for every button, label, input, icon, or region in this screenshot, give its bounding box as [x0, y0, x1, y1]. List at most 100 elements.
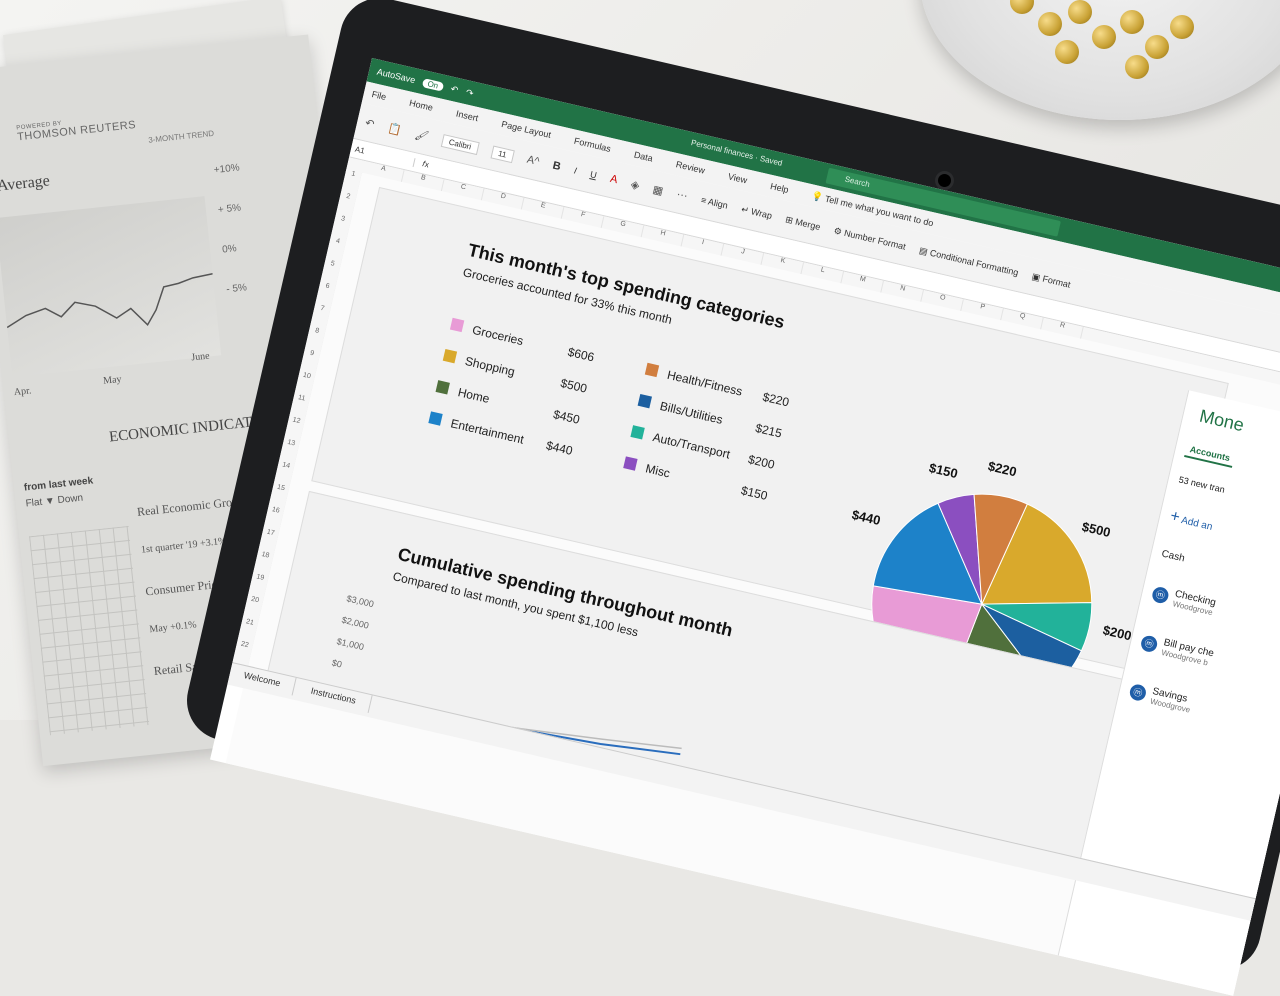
tab-insert[interactable]: Insert: [455, 108, 479, 123]
indicator-value: May +0.1%: [148, 619, 198, 636]
number-format-button[interactable]: ⚙ Number Format: [833, 225, 907, 252]
legend-value: $215: [754, 420, 784, 441]
legend-swatch: [442, 348, 458, 364]
tick-label: + 5%: [217, 202, 242, 216]
underline-button[interactable]: U: [589, 169, 598, 180]
account-item[interactable]: ⓜ Checking Woodgrove: [1150, 584, 1217, 618]
tick-label: - 5%: [225, 282, 248, 296]
indicator-title: Retail Sa: [153, 659, 199, 679]
add-account-button[interactable]: + Add an: [1168, 508, 1214, 535]
tab-formulas[interactable]: Formulas: [573, 136, 612, 154]
pushpin: [1038, 12, 1062, 36]
undo-icon[interactable]: ↶: [450, 83, 460, 95]
pushpin: [1092, 25, 1116, 49]
pushpin: [1120, 10, 1144, 34]
wrap-icon: ↵: [740, 203, 750, 216]
wrap-button[interactable]: ↵ Wrap: [740, 204, 773, 222]
lightbulb-icon: 💡: [810, 190, 825, 203]
indicator-value: 1st quarter '19 +3.1%: [140, 535, 228, 556]
legend-item: Misc: [623, 456, 671, 480]
newspaper-brand: POWERED BY THOMSON REUTERS: [16, 113, 137, 143]
redo-icon[interactable]: ↷: [465, 87, 475, 99]
paste-icon[interactable]: 📋: [387, 121, 403, 137]
font-name-select[interactable]: Calibri: [440, 133, 480, 155]
pushpin: [1068, 0, 1092, 24]
trend-ticks: +10% + 5% 0% - 5%: [212, 148, 254, 310]
pushpin: [1055, 40, 1079, 64]
legend-value: $500: [559, 375, 589, 396]
format-button[interactable]: ▣ Format: [1031, 271, 1072, 291]
conditional-formatting-label: Conditional Formatting: [929, 247, 1020, 278]
bank-icon: ⓜ: [1150, 585, 1170, 605]
month-label: May: [102, 373, 123, 387]
pie-data-label: $440: [850, 507, 882, 529]
y-tick-label: $3,000: [345, 593, 375, 610]
legend-item: Shopping: [442, 348, 517, 379]
font-color-icon[interactable]: A: [609, 173, 619, 186]
tab-file[interactable]: File: [371, 89, 387, 102]
italic-button[interactable]: I: [573, 166, 578, 176]
bank-icon: ⓜ: [1128, 682, 1148, 703]
tab-data[interactable]: Data: [633, 150, 654, 164]
account-item[interactable]: ⓜ Bill pay che Woodgrove b: [1139, 632, 1215, 668]
format-label: Format: [1041, 273, 1072, 290]
change-label: from last week: [23, 475, 94, 494]
bank-icon: ⓜ: [1139, 634, 1159, 654]
merge-label: Merge: [794, 216, 822, 232]
bold-button[interactable]: B: [551, 160, 561, 173]
legend-label: Shopping: [463, 353, 517, 379]
fx-icon[interactable]: 𝑓x: [414, 157, 438, 172]
legend-label: Health/Fitness: [665, 367, 744, 399]
legend-item: Bills/Utilities: [637, 393, 724, 427]
trend-line: [6, 273, 213, 329]
merge-button[interactable]: ⊞ Merge: [784, 213, 822, 233]
align-label: Align: [707, 196, 729, 211]
legend-swatch: [428, 411, 443, 426]
legend-item: Health/Fitness: [644, 362, 744, 399]
undo-icon[interactable]: ↶: [364, 116, 376, 131]
index-title: al Average: [0, 172, 51, 196]
format-icon: ▣: [1030, 270, 1042, 283]
account-item[interactable]: ⓜ Savings Woodgrove: [1128, 681, 1194, 715]
tab-view[interactable]: View: [727, 171, 748, 185]
fill-color-icon[interactable]: ◈: [630, 177, 641, 192]
legend-value: $150: [739, 483, 769, 503]
pane-title: Mone: [1197, 405, 1246, 436]
align-icon: ≡: [700, 194, 708, 206]
pushpin: [1145, 35, 1169, 59]
indicator-title: Consumer Price I: [144, 575, 230, 599]
pushpin: [1010, 0, 1034, 14]
tab-review[interactable]: Review: [675, 159, 706, 175]
legend-swatch: [623, 456, 638, 471]
indicator-title: Real Economic Growth: [136, 493, 251, 519]
merge-icon: ⊞: [784, 213, 795, 226]
tab-help[interactable]: Help: [769, 181, 789, 195]
y-tick-label: $2,000: [340, 614, 370, 631]
y-tick-label: $1,000: [335, 636, 365, 653]
tick-label: +10%: [213, 162, 241, 177]
wrap-label: Wrap: [750, 205, 774, 221]
pushpin: [1170, 15, 1194, 39]
legend-swatch: [435, 380, 450, 395]
borders-icon[interactable]: ▦: [652, 182, 665, 197]
tab-home[interactable]: Home: [408, 98, 434, 113]
pushpin: [1125, 55, 1149, 79]
legend-value: $606: [566, 344, 596, 365]
legend-text: Flat ▼ Down: [25, 492, 84, 510]
trend-chart: [0, 196, 222, 378]
increase-font-icon[interactable]: A^: [526, 154, 541, 169]
legend-value: $220: [761, 389, 791, 410]
autosave-toggle[interactable]: On: [421, 77, 445, 92]
format-painter-icon[interactable]: 🖌: [414, 127, 431, 143]
font-size-select[interactable]: 11: [490, 144, 515, 163]
tab-accounts[interactable]: Accounts: [1184, 441, 1236, 468]
transactions-summary: 53 new tran: [1177, 474, 1226, 495]
autosave-label: AutoSave: [375, 66, 417, 86]
legend-value: $450: [552, 407, 582, 427]
legend-label: Groceries: [470, 322, 525, 349]
tick-label: 0%: [221, 243, 238, 256]
align-button[interactable]: ≡ Align: [700, 195, 729, 211]
legend-swatch: [630, 425, 645, 440]
legend-label: Home: [456, 385, 491, 406]
more-icon[interactable]: ···: [675, 188, 688, 202]
